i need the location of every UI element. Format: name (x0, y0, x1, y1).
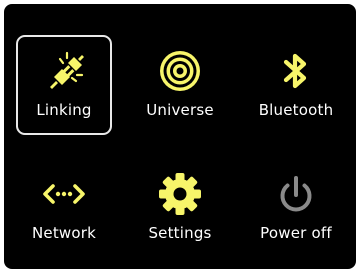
network-code-icon (43, 184, 85, 204)
menu-item-universe[interactable]: Universe (132, 35, 228, 135)
menu-item-power-off[interactable]: Power off (248, 158, 344, 258)
menu-item-label: Settings (148, 224, 212, 242)
gear-icon (159, 173, 201, 215)
menu-item-network[interactable]: Network (16, 158, 112, 258)
bluetooth-icon (283, 53, 307, 89)
menu-item-settings[interactable]: Settings (132, 158, 228, 258)
menu-item-label: Network (31, 224, 97, 242)
menu-item-linking[interactable]: Linking (16, 35, 112, 135)
menu-item-label: Linking (36, 101, 92, 119)
menu-item-bluetooth[interactable]: Bluetooth (248, 35, 344, 135)
menu-item-label: Bluetooth (258, 101, 334, 119)
plug-disconnect-icon (50, 51, 84, 89)
menu-item-label: Power off (260, 224, 332, 242)
target-icon (160, 51, 200, 91)
power-icon (280, 176, 312, 212)
menu-screen: Linking Universe Bluetooth Network Setti… (4, 4, 356, 269)
menu-item-label: Universe (146, 101, 214, 119)
